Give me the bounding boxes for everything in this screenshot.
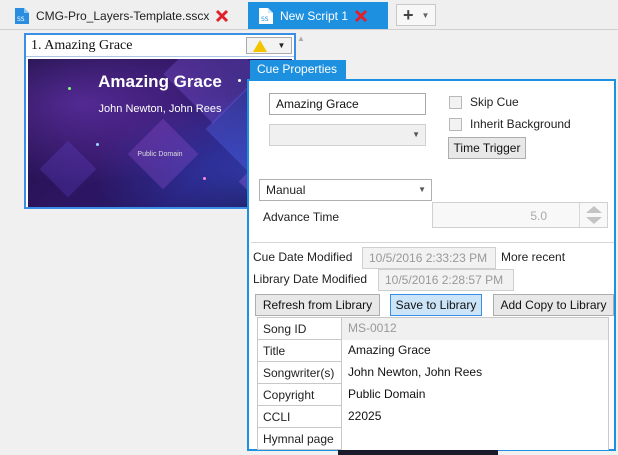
inherit-background-checkbox[interactable]: Inherit Background	[449, 117, 571, 131]
checkbox-box	[449, 95, 462, 109]
property-row: Hymnal page	[257, 428, 609, 450]
layout-select[interactable]: ▼	[269, 124, 426, 146]
tab-cmg-pro-layers-template[interactable]: SS CMG-Pro_Layers-Template.sscx	[14, 2, 242, 29]
property-value[interactable]: 22025	[341, 406, 609, 428]
svg-text:SS: SS	[17, 16, 25, 23]
cue-title: 1. Amazing Grace	[31, 38, 133, 53]
document-tab-strip: SS CMG-Pro_Layers-Template.sscx SS New S…	[0, 0, 618, 30]
cue-date-field: 10/5/2016 2:33:23 PM	[362, 247, 496, 269]
scroll-up-icon[interactable]: ▲	[297, 34, 307, 44]
property-value[interactable]: Public Domain	[341, 384, 609, 406]
document-icon: SS	[258, 7, 274, 25]
cue-properties-panel: Amazing Grace ▼ Skip Cue Inherit Backgro…	[247, 79, 616, 451]
property-key: Song ID	[257, 318, 340, 340]
chevron-down-icon: ▼	[418, 185, 426, 194]
property-row: CCLI 22025	[257, 406, 609, 428]
library-date-label: Library Date Modified	[253, 272, 368, 286]
cue-title-field[interactable]: Amazing Grace	[269, 93, 426, 115]
inherit-background-label: Inherit Background	[470, 117, 571, 131]
song-property-grid: Song ID MS-0012 Title Amazing Grace Song…	[257, 317, 609, 450]
property-key: Hymnal page	[257, 428, 340, 450]
svg-text:SS: SS	[261, 16, 269, 23]
advance-time-label: Advance Time	[263, 210, 340, 224]
tab-label: New Script 1	[280, 8, 349, 23]
background-preview-strip	[338, 450, 498, 455]
property-value: MS-0012	[341, 318, 609, 340]
property-row: Title Amazing Grace	[257, 340, 609, 362]
chevron-down-icon: ▼	[421, 10, 430, 20]
close-icon[interactable]	[215, 9, 229, 23]
property-key: Title	[257, 340, 340, 362]
skip-cue-checkbox[interactable]: Skip Cue	[449, 95, 519, 109]
chevron-down-icon[interactable]	[586, 217, 602, 224]
property-row: Song ID MS-0012	[257, 318, 609, 340]
checkbox-box	[449, 117, 462, 131]
property-value[interactable]	[341, 428, 609, 450]
property-key: Songwriter(s)	[257, 362, 340, 384]
add-tab-button[interactable]: + ▼	[396, 4, 436, 26]
tab-label: CMG-Pro_Layers-Template.sscx	[36, 8, 210, 23]
cue-options-button[interactable]: ▼	[246, 37, 292, 54]
advance-time-value: 5.0	[530, 209, 547, 223]
cue-date-label: Cue Date Modified	[253, 250, 353, 264]
property-row: Copyright Public Domain	[257, 384, 609, 406]
property-key: Copyright	[257, 384, 340, 406]
property-key: CCLI	[257, 406, 340, 428]
save-to-library-button[interactable]: Save to Library	[390, 294, 482, 316]
skip-cue-label: Skip Cue	[470, 95, 519, 109]
divider	[251, 242, 614, 243]
advance-mode-select[interactable]: Manual ▼	[259, 179, 432, 201]
spinner-buttons[interactable]	[579, 203, 607, 227]
more-recent-label: More recent	[501, 250, 566, 264]
advance-mode-value: Manual	[266, 183, 306, 197]
chevron-down-icon: ▼	[277, 41, 286, 50]
advance-time-spinner[interactable]: 5.0	[432, 202, 608, 228]
tab-new-script-1[interactable]: SS New Script 1	[248, 2, 388, 29]
warning-icon	[252, 39, 267, 52]
refresh-from-library-button[interactable]: Refresh from Library	[255, 294, 380, 316]
chevron-up-icon[interactable]	[586, 206, 602, 213]
property-value[interactable]: John Newton, John Rees	[341, 362, 609, 384]
add-copy-to-library-button[interactable]: Add Copy to Library	[493, 294, 614, 316]
chevron-down-icon: ▼	[412, 130, 420, 139]
document-icon: SS	[14, 7, 30, 25]
property-value[interactable]: Amazing Grace	[341, 340, 609, 362]
time-trigger-button[interactable]: Time Trigger	[448, 137, 526, 159]
library-date-field: 10/5/2016 2:28:57 PM	[378, 269, 514, 291]
tab-cue-properties[interactable]: Cue Properties	[250, 60, 346, 79]
property-row: Songwriter(s) John Newton, John Rees	[257, 362, 609, 384]
cue-header: 1. Amazing Grace ▼	[26, 35, 294, 57]
plus-icon: +	[403, 5, 414, 25]
close-icon[interactable]	[354, 9, 368, 23]
